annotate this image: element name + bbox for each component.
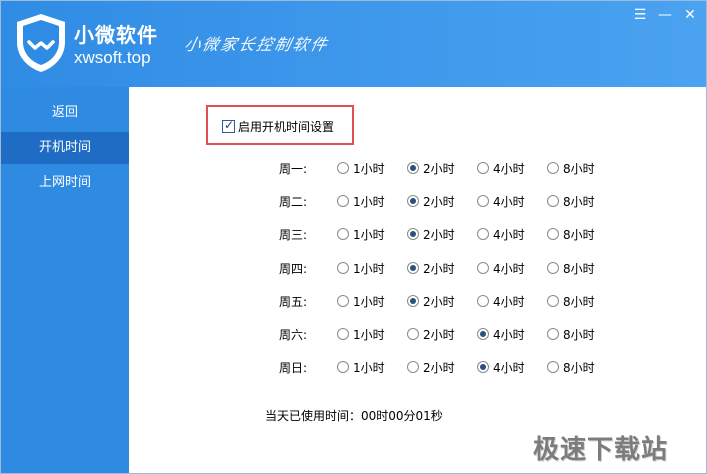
hour-radio-label[interactable]: 1小时 (353, 359, 385, 376)
hour-radio-label[interactable]: 4小时 (493, 326, 525, 343)
menu-icon[interactable]: ☰ (629, 5, 651, 25)
sidebar: 返回 开机时间 上网时间 (1, 87, 129, 473)
hour-radio[interactable] (477, 228, 489, 240)
hour-radio-label[interactable]: 8小时 (563, 193, 595, 210)
hour-radio[interactable] (547, 328, 559, 340)
day-label: 周一: (279, 162, 308, 176)
day-label: 周五: (279, 295, 308, 309)
hour-radio[interactable] (477, 195, 489, 207)
hour-radio[interactable] (337, 162, 349, 174)
hour-radio-label[interactable]: 1小时 (353, 293, 385, 310)
hour-radio-label[interactable]: 1小时 (353, 260, 385, 277)
check-icon: ✓ (224, 118, 235, 132)
hour-radio[interactable] (477, 361, 489, 373)
enable-checkbox[interactable]: ✓ (222, 118, 235, 133)
hour-radio[interactable] (477, 262, 489, 274)
slogan: 小微家长控制软件 (182, 35, 331, 54)
hour-radio[interactable] (547, 195, 559, 207)
hour-radio-label[interactable]: 8小时 (563, 293, 595, 310)
hour-radio[interactable] (547, 162, 559, 174)
brand-name: 小微软件 (74, 23, 158, 47)
hour-radio-label[interactable]: 8小时 (563, 359, 595, 376)
enable-checkbox-label[interactable]: 启用开机时间设置 (238, 118, 334, 135)
enable-highlight-box: ✓ 启用开机时间设置 (206, 105, 354, 145)
hour-radio[interactable] (337, 361, 349, 373)
sidebar-item-boot-time[interactable]: 开机时间 (1, 132, 129, 164)
hour-radio[interactable] (407, 228, 419, 240)
hour-radio-label[interactable]: 8小时 (563, 160, 595, 177)
hour-radio[interactable] (407, 295, 419, 307)
hour-radio[interactable] (477, 295, 489, 307)
hour-radio[interactable] (337, 295, 349, 307)
hour-radio-label[interactable]: 8小时 (563, 326, 595, 343)
day-label: 周六: (279, 328, 308, 342)
hour-radio-label[interactable]: 4小时 (493, 226, 525, 243)
hour-radio-label[interactable]: 2小时 (423, 193, 455, 210)
hour-radio-label[interactable]: 8小时 (563, 226, 595, 243)
hour-radio[interactable] (407, 162, 419, 174)
minimize-button[interactable]: — (654, 5, 676, 25)
hour-radio[interactable] (407, 195, 419, 207)
brand: 小微软件 xwsoft.top (74, 19, 158, 68)
hour-radio[interactable] (547, 361, 559, 373)
watermark: 极速下载站 (533, 435, 669, 465)
sidebar-item-back[interactable]: 返回 (1, 97, 129, 129)
sidebar-item-internet-time[interactable]: 上网时间 (1, 167, 129, 199)
close-button[interactable]: ✕ (679, 5, 701, 25)
hour-radio[interactable] (477, 162, 489, 174)
hour-radio-label[interactable]: 2小时 (423, 326, 455, 343)
hour-radio-label[interactable]: 1小时 (353, 226, 385, 243)
hour-radio[interactable] (337, 228, 349, 240)
hour-radio-label[interactable]: 4小时 (493, 160, 525, 177)
hour-radio-label[interactable]: 4小时 (493, 260, 525, 277)
hour-radio[interactable] (337, 262, 349, 274)
hour-radio-label[interactable]: 4小时 (493, 193, 525, 210)
hour-radio[interactable] (407, 361, 419, 373)
header-bar: 小微软件 xwsoft.top 小微家长控制软件 ☰ — ✕ (1, 1, 706, 87)
settings-panel: ✓ 启用开机时间设置 周一: 1小时 2小时 4小时 8小时 周二: 1小时 2小时 4小时 8小… (129, 87, 706, 473)
hour-radio-label[interactable]: 2小时 (423, 260, 455, 277)
hour-radio-label[interactable]: 1小时 (353, 326, 385, 343)
usage-time: 当天已使用时间：00时00分01秒 (265, 409, 443, 423)
shield-logo-icon (17, 14, 65, 72)
hour-radio-label[interactable]: 8小时 (563, 260, 595, 277)
hour-radio-label[interactable]: 2小时 (423, 359, 455, 376)
hour-radio-label[interactable]: 4小时 (493, 293, 525, 310)
hour-radio[interactable] (407, 262, 419, 274)
hour-radio-label[interactable]: 1小时 (353, 193, 385, 210)
brand-domain: xwsoft.top (74, 48, 151, 67)
hour-radio-label[interactable]: 2小时 (423, 293, 455, 310)
day-label: 周二: (279, 195, 308, 209)
day-label: 周日: (279, 361, 308, 375)
hour-radio-label[interactable]: 2小时 (423, 226, 455, 243)
hour-radio[interactable] (337, 195, 349, 207)
day-label: 周四: (279, 262, 308, 276)
hour-radio-label[interactable]: 4小时 (493, 359, 525, 376)
day-label: 周三: (279, 228, 308, 242)
hour-radio[interactable] (337, 328, 349, 340)
hour-radio[interactable] (547, 262, 559, 274)
hour-radio[interactable] (547, 228, 559, 240)
hour-radio[interactable] (407, 328, 419, 340)
hour-radio[interactable] (477, 328, 489, 340)
hour-radio[interactable] (547, 295, 559, 307)
app-window: 小微软件 xwsoft.top 小微家长控制软件 ☰ — ✕ 返回 开机时间 上… (0, 0, 707, 474)
hour-radio-label[interactable]: 2小时 (423, 160, 455, 177)
hour-radio-label[interactable]: 1小时 (353, 160, 385, 177)
